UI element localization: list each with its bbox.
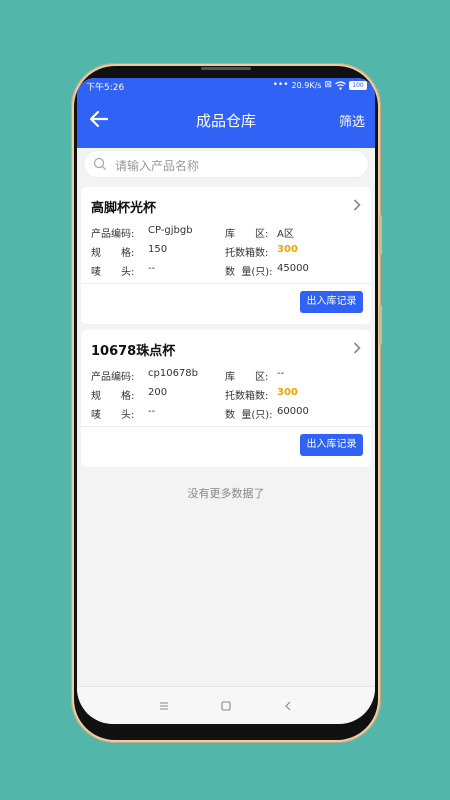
product-name: 高脚杯光杯 — [91, 201, 157, 216]
search-input[interactable]: 请输入产品名称 — [83, 150, 369, 178]
boxes-label: 托数箱数: — [225, 248, 269, 259]
inout-record-button[interactable]: 出入库记录 — [300, 291, 363, 313]
battery-icon: 100 — [349, 80, 367, 90]
spec-value: 150 — [148, 244, 168, 255]
code-label: 产品编码: — [91, 372, 135, 383]
status-bar: 下午5:26 ••• 20.9K/s ⊠ 100 — [77, 78, 375, 94]
mark-value: -- — [148, 263, 156, 274]
area-value: A区 — [277, 229, 294, 240]
code-value: cp10678b — [148, 368, 199, 379]
card-divider — [81, 426, 371, 427]
spec-label: 规 格: — [91, 391, 135, 402]
qty-value: 45000 — [277, 263, 309, 274]
area-value: -- — [277, 368, 285, 379]
code-label: 产品编码: — [91, 229, 135, 240]
area-label: 库 区: — [225, 229, 269, 240]
boxes-value: 300 — [277, 244, 298, 255]
wifi-icon — [335, 80, 346, 90]
home-icon[interactable] — [219, 699, 233, 713]
status-time: 下午5:26 — [86, 83, 125, 93]
code-value: CP-gjbgb — [148, 225, 193, 236]
mark-value: -- — [148, 406, 156, 417]
inout-record-button[interactable]: 出入库记录 — [300, 434, 363, 456]
product-card[interactable]: 10678珠点杯 产品编码: cp10678b 规 格: 200 唛 头: --… — [81, 330, 371, 467]
product-name: 10678珠点杯 — [91, 344, 176, 359]
dots-icon: ••• — [272, 80, 289, 90]
search-placeholder: 请输入产品名称 — [115, 159, 200, 173]
app-header: 下午5:26 ••• 20.9K/s ⊠ 100 成品仓库 筛选 — [77, 78, 375, 148]
earpiece — [201, 67, 251, 70]
qty-value: 60000 — [277, 406, 309, 417]
spec-value: 200 — [148, 387, 168, 398]
sim-icon: ⊠ — [324, 80, 332, 90]
boxes-label: 托数箱数: — [225, 391, 269, 402]
chevron-right-icon[interactable] — [353, 342, 361, 354]
menu-icon[interactable] — [157, 699, 171, 713]
filter-button[interactable]: 筛选 — [339, 111, 365, 130]
back-icon[interactable] — [281, 699, 295, 713]
qty-label: 数 量(只): — [225, 267, 273, 278]
power-button — [379, 305, 382, 345]
spec-label: 规 格: — [91, 248, 135, 259]
qty-label: 数 量(只): — [225, 410, 273, 421]
chevron-right-icon[interactable] — [353, 199, 361, 211]
product-card[interactable]: 高脚杯光杯 产品编码: CP-gjbgb 规 格: 150 唛 头: -- 库 … — [81, 187, 371, 324]
volume-button — [379, 215, 382, 255]
app-screen: 下午5:26 ••• 20.9K/s ⊠ 100 成品仓库 筛选 请输入产品名称… — [77, 78, 375, 724]
no-more-data-text: 没有更多数据了 — [187, 487, 265, 500]
boxes-value: 300 — [277, 387, 298, 398]
network-speed: 20.9K/s — [291, 80, 322, 90]
mark-label: 唛 头: — [91, 267, 135, 278]
search-icon — [93, 157, 106, 170]
nav-bar: 成品仓库 筛选 — [77, 106, 375, 134]
status-indicators: ••• 20.9K/s ⊠ 100 — [273, 80, 367, 90]
area-label: 库 区: — [225, 372, 269, 383]
card-divider — [81, 283, 371, 284]
system-nav-bar — [77, 686, 375, 724]
page-title: 成品仓库 — [195, 112, 256, 130]
mark-label: 唛 头: — [91, 410, 135, 421]
